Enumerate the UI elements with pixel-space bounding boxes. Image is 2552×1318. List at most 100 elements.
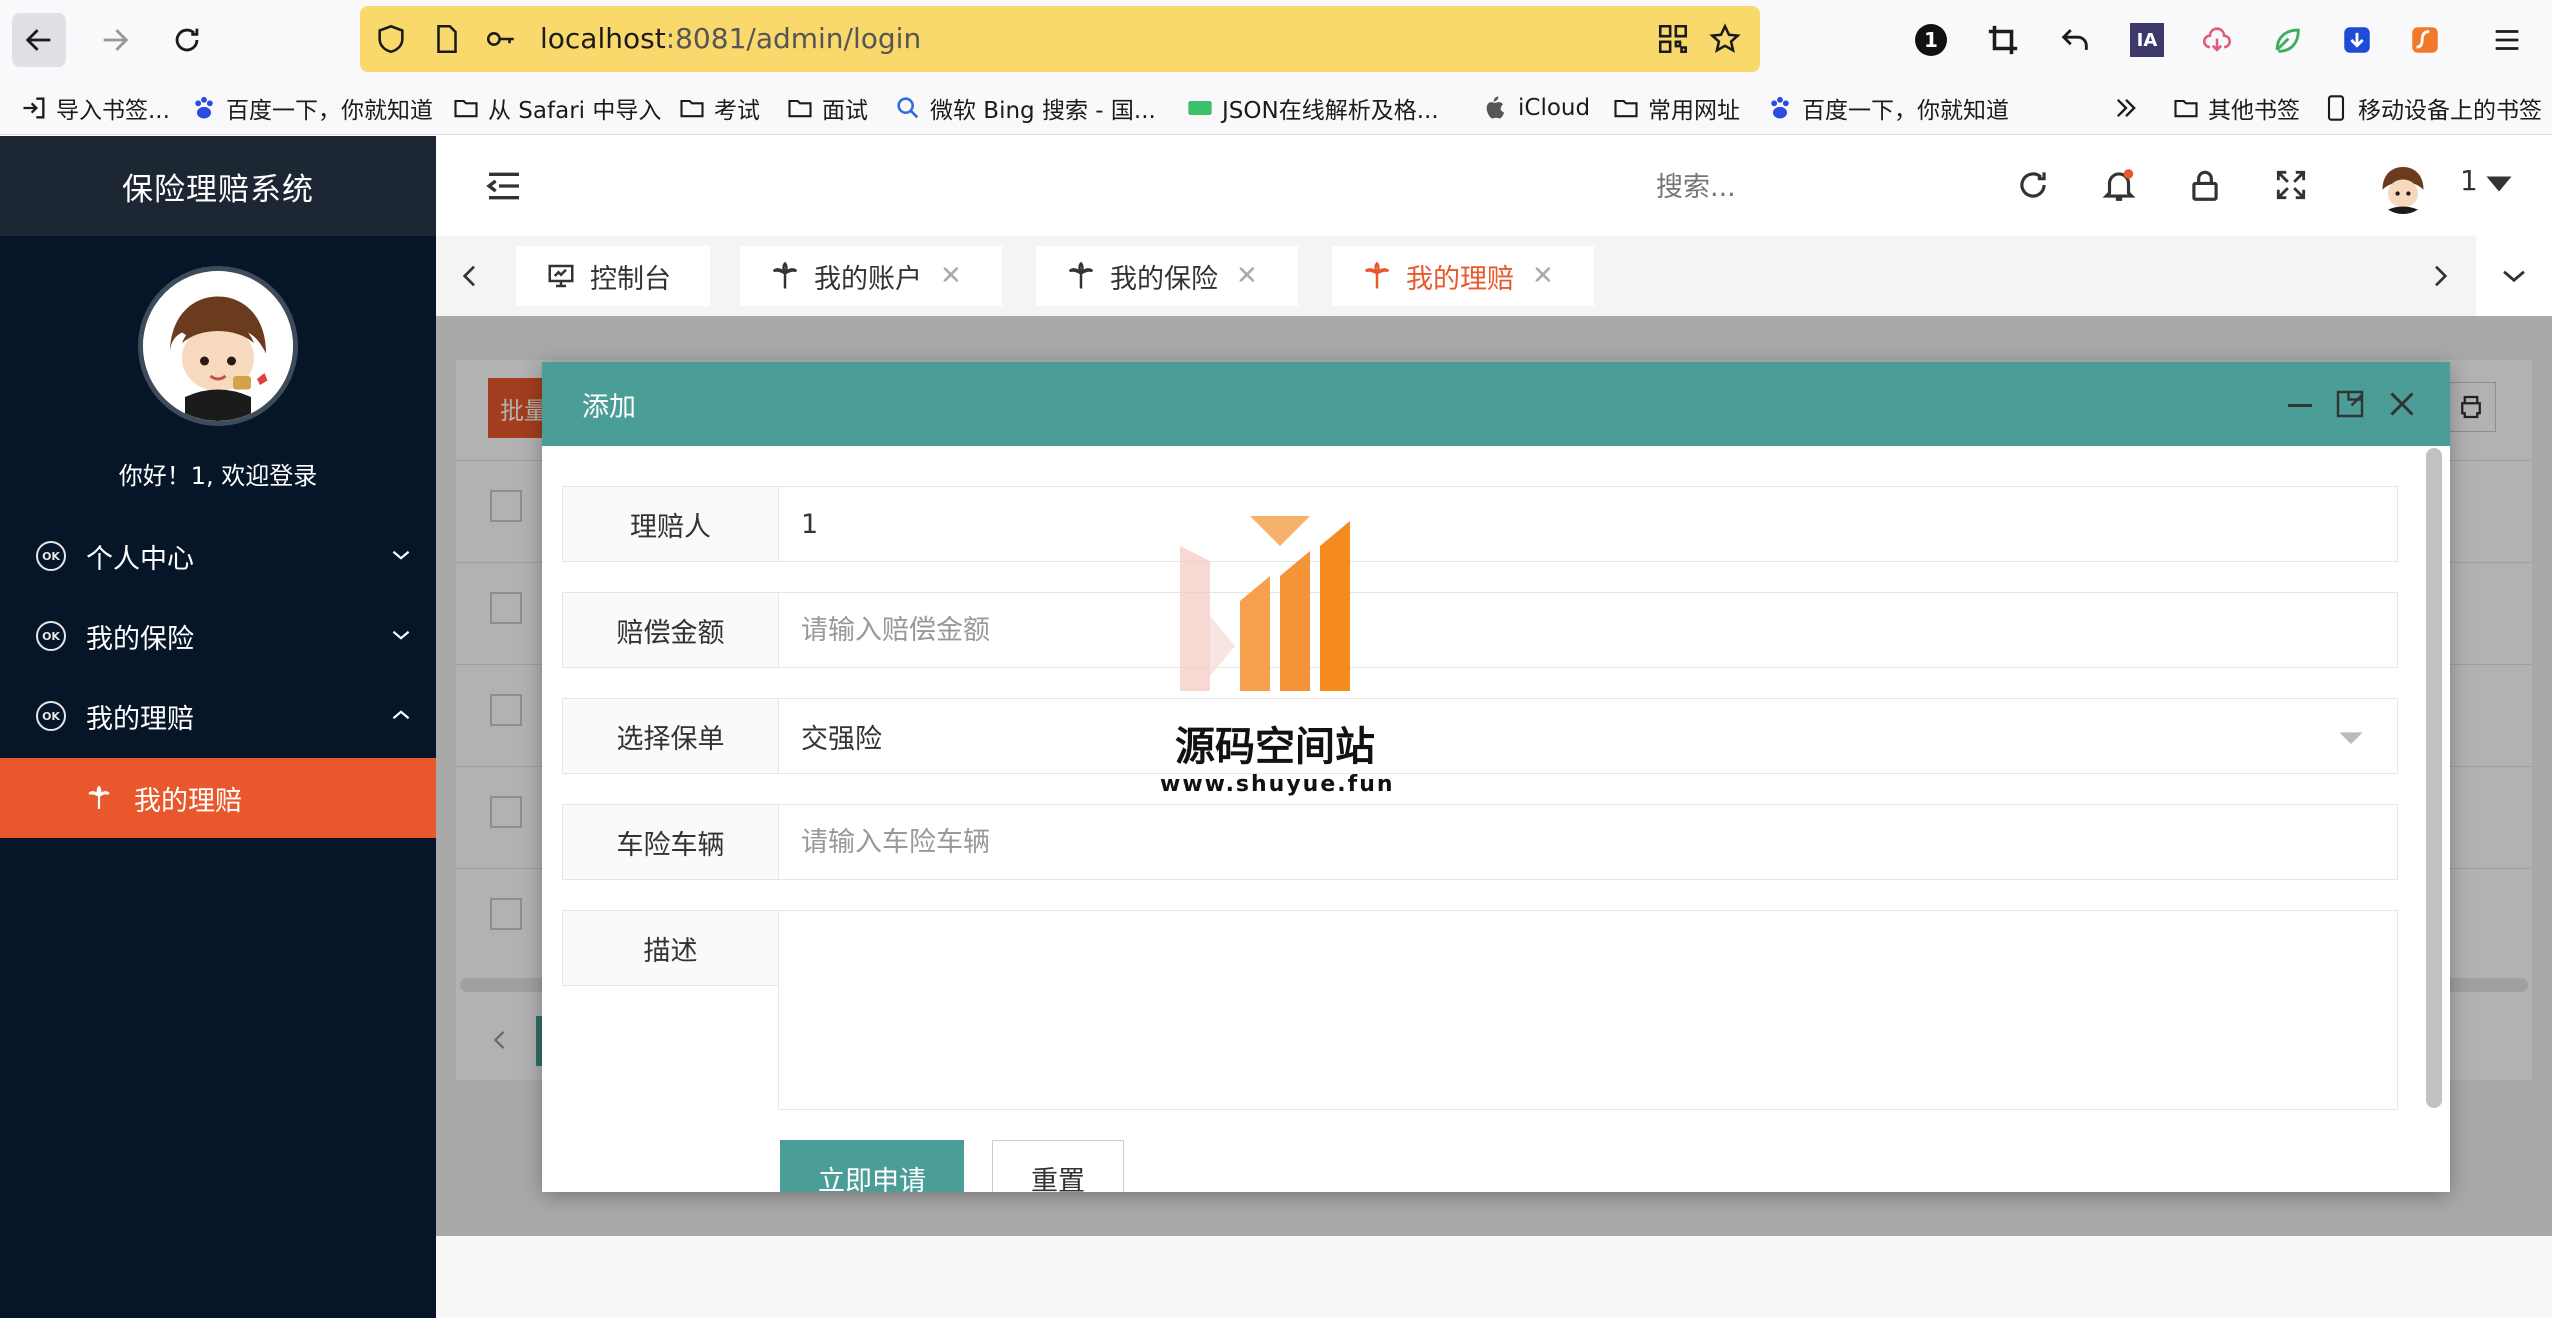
lock-icon[interactable]	[2186, 166, 2224, 204]
submit-claim-button[interactable]: 立即申请	[780, 1140, 964, 1192]
header-avatar[interactable]	[2376, 160, 2430, 214]
baidu-icon	[1766, 94, 1794, 122]
extension-password-button[interactable]: 1	[1904, 13, 1958, 67]
qr-code-icon[interactable]	[1656, 22, 1690, 56]
undo-button[interactable]	[2048, 13, 2102, 67]
ia-icon: IA	[2130, 23, 2164, 57]
monitor-icon	[548, 264, 574, 288]
bookmark-label: 面试	[822, 97, 868, 124]
tab-label: 我的理赔	[1406, 263, 1514, 295]
browser-toolbar: localhost:8081/admin/login 1 IA	[0, 0, 2552, 80]
tab-dashboard[interactable]: 控制台	[516, 246, 710, 306]
app-title: 保险理赔系统	[0, 136, 436, 236]
sidebar-subitem-my-claims[interactable]: 我的理赔	[0, 758, 436, 838]
bookmark-label: 从 Safari 中导入	[488, 97, 662, 124]
crop-button[interactable]	[1976, 13, 2030, 67]
vehicle-input[interactable]	[779, 805, 2397, 879]
dialog-scrollbar[interactable]	[2426, 448, 2442, 1108]
dropdown-arrow-icon[interactable]	[2337, 723, 2365, 751]
ok-icon: OK	[36, 541, 66, 571]
password-manager-icon: 1	[1915, 24, 1947, 56]
ia-extension-button[interactable]: IA	[2120, 13, 2174, 67]
form-row-vehicle: 车险车辆	[562, 804, 2398, 880]
refresh-icon[interactable]	[2014, 166, 2052, 204]
browser-menu-button[interactable]	[2480, 13, 2534, 67]
sidebar-item-personal-center[interactable]: OK 个人中心	[0, 516, 436, 596]
cartoon-avatar-icon	[2376, 160, 2430, 214]
chevron-left-icon[interactable]	[454, 260, 486, 292]
sidebar-toggle-icon[interactable]	[484, 166, 524, 206]
bell-icon[interactable]	[2100, 166, 2138, 204]
close-icon[interactable]: ✕	[1236, 261, 1258, 291]
import-icon	[20, 94, 48, 122]
sidebar-item-my-claims[interactable]: OK 我的理赔	[0, 676, 436, 756]
cloud-download-button[interactable]	[2190, 13, 2244, 67]
bookmark-label: 微软 Bing 搜索 - 国...	[930, 97, 1156, 124]
url-text[interactable]: localhost:8081/admin/login	[540, 6, 921, 72]
close-icon[interactable]: ✕	[940, 261, 962, 291]
bookmark-label: iCloud	[1518, 94, 1591, 121]
bookmark-icloud[interactable]: iCloud	[1482, 80, 1590, 135]
chevron-down-icon	[392, 630, 410, 640]
bookmark-label: 移动设备上的书签	[2358, 97, 2542, 124]
tab-dropdown-button[interactable]	[2476, 236, 2552, 316]
folder-icon	[786, 94, 814, 122]
leaf-extension-button[interactable]	[2260, 13, 2314, 67]
bookmark-interview[interactable]: 面试	[786, 80, 868, 135]
flash-icon	[2412, 27, 2438, 53]
bookmark-label: 常用网址	[1648, 97, 1740, 124]
top-header: 1	[436, 136, 2552, 236]
bookmark-bing[interactable]: 微软 Bing 搜索 - 国...	[894, 80, 1156, 135]
chevron-down-icon	[392, 550, 410, 560]
description-textarea[interactable]	[778, 910, 2398, 1110]
bookmark-json[interactable]: JSON在线解析及格...	[1186, 80, 1439, 135]
bookmarks-overflow-button[interactable]	[2112, 80, 2148, 135]
back-button[interactable]	[12, 13, 66, 67]
fullscreen-icon[interactable]	[2272, 166, 2310, 204]
tab-my-account[interactable]: 我的账户 ✕	[740, 246, 1002, 306]
bookmark-import[interactable]: 导入书签...	[20, 80, 170, 135]
form-row-policy: 选择保单 交强险	[562, 698, 2398, 774]
username-label[interactable]: 1	[2460, 164, 2478, 197]
close-icon[interactable]	[2384, 386, 2420, 422]
minimize-icon[interactable]	[2282, 386, 2318, 422]
folder-icon	[452, 94, 480, 122]
reload-icon	[175, 28, 199, 52]
close-icon[interactable]: ✕	[1532, 261, 1554, 291]
maximize-icon[interactable]	[2332, 386, 2368, 422]
policy-selected-value: 交强险	[801, 723, 882, 755]
folder-icon	[1612, 94, 1640, 122]
tab-label: 我的账户	[814, 263, 922, 295]
sidebar-item-my-insurance[interactable]: OK 我的保险	[0, 596, 436, 676]
caret-down-icon[interactable]	[2484, 172, 2514, 196]
forward-button[interactable]	[88, 13, 142, 67]
reload-button[interactable]	[160, 13, 214, 67]
url-bar[interactable]: localhost:8081/admin/login	[360, 6, 1760, 72]
chevron-right-icon[interactable]	[2424, 260, 2456, 292]
amount-input[interactable]	[779, 593, 2397, 667]
bookmark-baidu-1[interactable]: 百度一下，你就知道	[190, 80, 433, 135]
download-extension-button[interactable]	[2330, 13, 2384, 67]
claimant-input[interactable]	[779, 487, 2397, 561]
tab-my-insurance[interactable]: 我的保险 ✕	[1036, 246, 1298, 306]
tab-label: 我的保险	[1110, 263, 1218, 295]
claimant-label: 理赔人	[563, 487, 779, 561]
flash-extension-button[interactable]	[2398, 13, 2452, 67]
bookmark-baidu-2[interactable]: 百度一下，你就知道	[1766, 80, 2009, 135]
policy-select[interactable]: 交强险	[779, 699, 2397, 773]
search-input[interactable]	[1656, 162, 1956, 212]
bookmark-label: 百度一下，你就知道	[226, 97, 433, 124]
user-avatar[interactable]	[138, 266, 298, 426]
star-icon[interactable]	[1708, 22, 1742, 56]
bookmark-label: JSON在线解析及格...	[1222, 97, 1439, 124]
tab-my-claims[interactable]: 我的理赔 ✕	[1332, 246, 1594, 306]
sidebar-item-label: 我的保险	[86, 623, 194, 655]
bookmark-mobile[interactable]: 移动设备上的书签	[2322, 80, 2542, 135]
reset-button[interactable]: 重置	[992, 1140, 1124, 1192]
bookmark-common-sites[interactable]: 常用网址	[1612, 80, 1740, 135]
welcome-text: 你好！1, 欢迎登录	[118, 462, 318, 490]
ok-icon: OK	[36, 701, 66, 731]
bookmark-exam[interactable]: 考试	[678, 80, 760, 135]
bookmark-safari-import[interactable]: 从 Safari 中导入	[452, 80, 661, 135]
bookmark-other[interactable]: 其他书签	[2172, 80, 2300, 135]
